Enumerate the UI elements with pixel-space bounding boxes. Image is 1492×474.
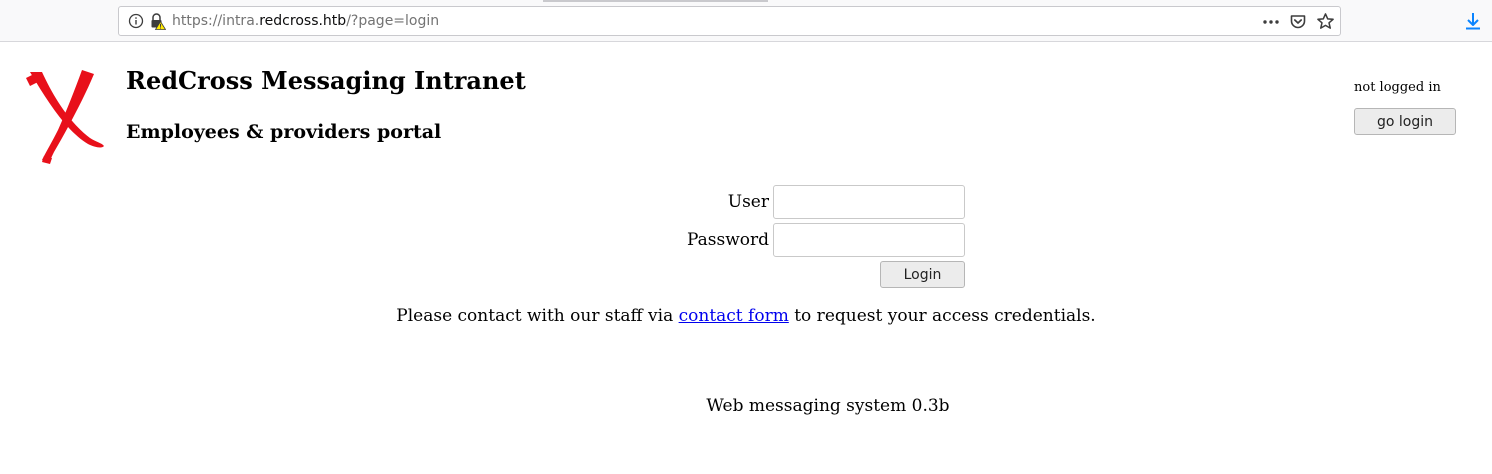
contact-message: Please contact with our staff via contac… bbox=[0, 306, 1492, 326]
contact-text-before: Please contact with our staff via bbox=[396, 306, 679, 326]
pocket-icon[interactable] bbox=[1289, 13, 1307, 31]
url-prefix: https://intra. bbox=[172, 13, 260, 29]
contact-form-link[interactable]: contact form bbox=[679, 306, 789, 326]
password-input[interactable] bbox=[773, 223, 965, 257]
user-label: User bbox=[727, 192, 769, 212]
login-status-text: not logged in bbox=[1354, 80, 1441, 95]
contact-text-after: to request your access credentials. bbox=[788, 306, 1096, 326]
redcross-logo bbox=[26, 70, 104, 164]
site-title: RedCross Messaging Intranet bbox=[126, 66, 526, 95]
address-bar[interactable]: https://intra.redcross.htb/?page=login bbox=[118, 6, 1341, 36]
password-label: Password bbox=[686, 230, 769, 250]
info-icon[interactable] bbox=[128, 13, 144, 29]
download-icon[interactable] bbox=[1463, 11, 1483, 31]
login-button[interactable]: Login bbox=[880, 261, 965, 288]
star-icon[interactable] bbox=[1316, 12, 1335, 31]
url-text[interactable]: https://intra.redcross.htb/?page=login bbox=[172, 13, 439, 29]
go-login-button[interactable]: go login bbox=[1354, 108, 1456, 135]
url-host: redcross.htb bbox=[259, 13, 347, 29]
user-input[interactable] bbox=[773, 185, 965, 219]
site-subtitle: Employees & providers portal bbox=[126, 121, 442, 143]
url-path: /?page=login bbox=[346, 13, 440, 29]
more-actions-icon[interactable] bbox=[1262, 14, 1280, 30]
footer-version: Web messaging system 0.3b bbox=[706, 396, 950, 416]
browser-toolbar: https://intra.redcross.htb/?page=login bbox=[0, 0, 1492, 42]
tab-strip-edge bbox=[543, 0, 768, 2]
insecure-lock-icon[interactable] bbox=[148, 12, 166, 30]
